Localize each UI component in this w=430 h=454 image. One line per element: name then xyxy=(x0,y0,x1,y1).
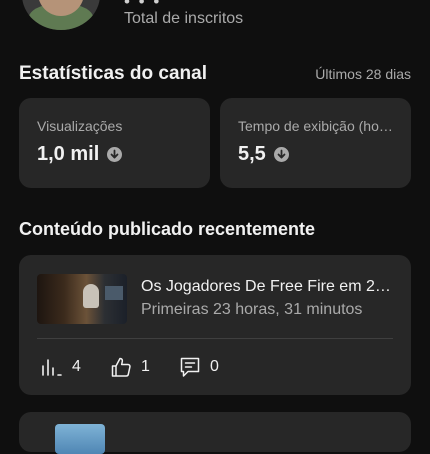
stats-section-title: Estatísticas do canal xyxy=(19,63,207,84)
subscribers-caption: Total de inscritos xyxy=(124,10,244,27)
video-title[interactable]: Os Jogadores De Free Fire em 2024 xyxy=(141,278,397,296)
likes-count: 1 xyxy=(141,358,150,375)
views-metric: 4 xyxy=(41,355,81,379)
video-period: Primeiras 23 horas, 31 minutos xyxy=(141,301,363,318)
likes-metric: 1 xyxy=(110,355,150,379)
next-video-thumbnail[interactable] xyxy=(55,424,105,454)
bar-chart-icon xyxy=(42,359,62,376)
watch-time-value: 5,5 xyxy=(238,143,266,165)
watch-time-label: Tempo de exibição (horas) xyxy=(238,118,393,134)
next-video-card[interactable] xyxy=(19,412,411,454)
thumbnail-monitor xyxy=(105,286,123,300)
card-divider xyxy=(37,338,393,339)
recent-video-card[interactable]: Os Jogadores De Free Fire em 2024 Primei… xyxy=(19,255,411,395)
down-arrow-circle-icon xyxy=(273,147,289,162)
views-value: 1,0 mil xyxy=(37,143,100,165)
comments-metric: 0 xyxy=(179,355,219,379)
comments-count: 0 xyxy=(210,358,219,375)
watch-time-stat-card[interactable]: Tempo de exibição (horas) 5,5 xyxy=(220,98,411,188)
views-stat-card[interactable]: Visualizações 1,0 mil xyxy=(19,98,210,188)
thumbnail-figure xyxy=(83,284,99,308)
views-count: 4 xyxy=(72,358,81,375)
down-arrow-circle-icon xyxy=(107,147,123,162)
video-thumbnail[interactable] xyxy=(37,274,127,324)
stats-period: Últimos 28 dias xyxy=(315,66,411,82)
views-label: Visualizações xyxy=(37,118,123,134)
thumbs-up-icon xyxy=(111,357,131,377)
comment-icon xyxy=(180,357,200,377)
channel-avatar[interactable] xyxy=(22,0,100,30)
recent-content-title: Conteúdo publicado recentemente xyxy=(19,219,316,239)
